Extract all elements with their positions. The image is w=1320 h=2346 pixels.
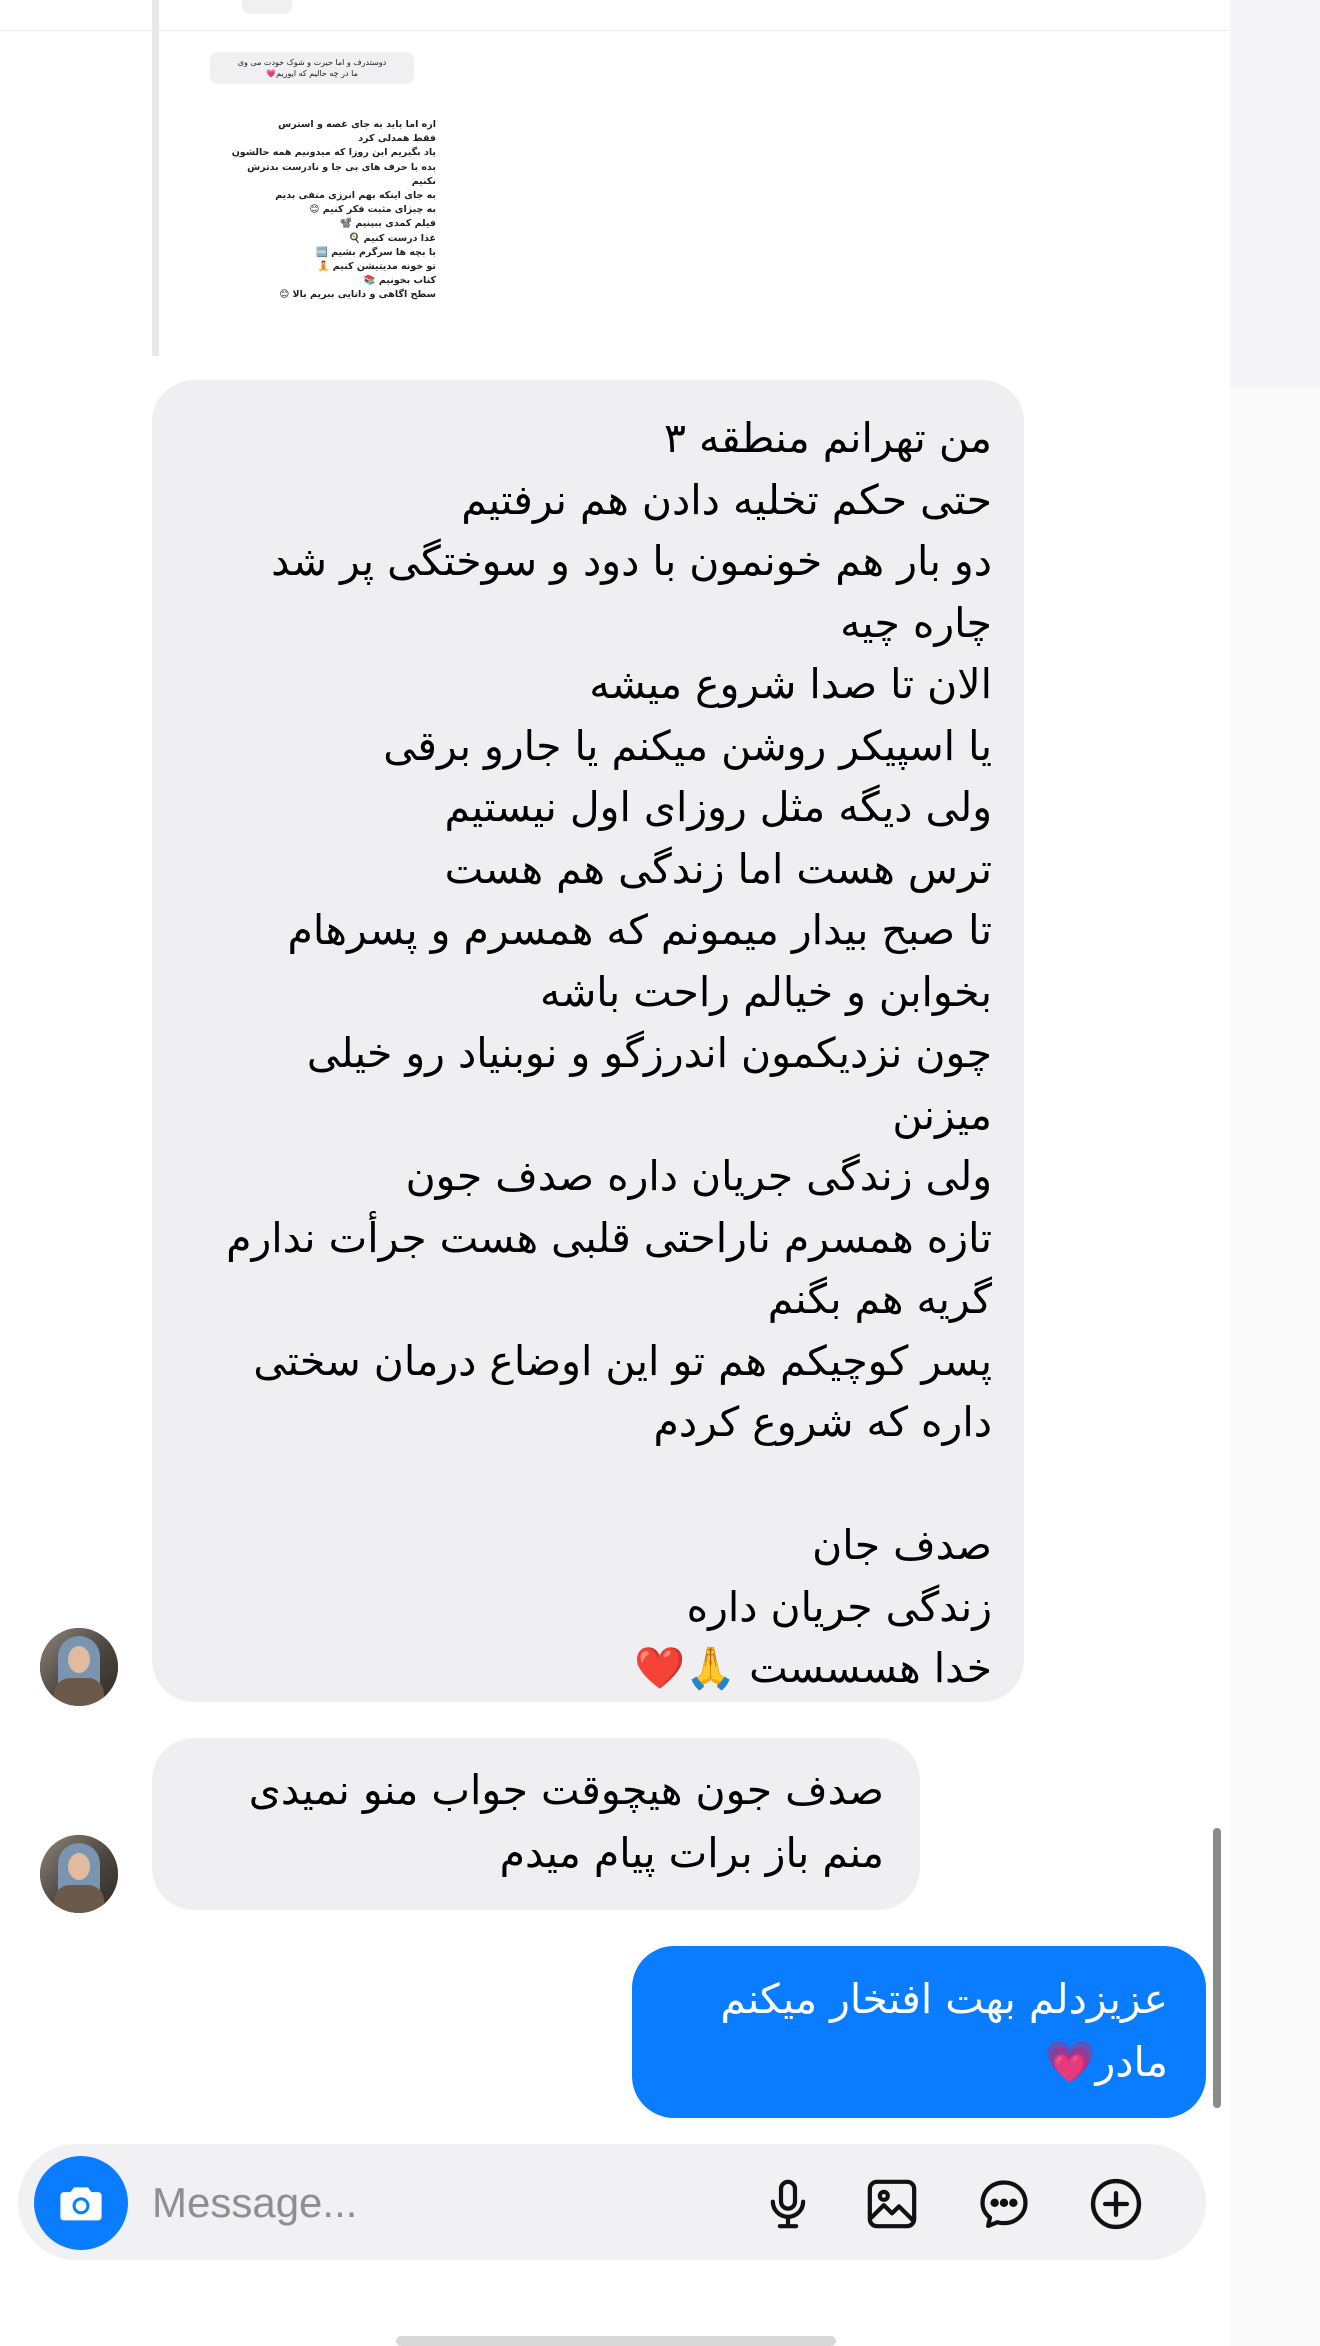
shared-post-line: به چیزای مثبت فکر کنیم 😊: [309, 204, 436, 216]
sender-avatar[interactable]: [40, 1835, 118, 1913]
message-line: بخوابن و خیالم راحت باشه: [539, 967, 992, 1016]
side-panel: [1230, 0, 1320, 388]
sticker-button[interactable]: [972, 2172, 1036, 2236]
incoming-message-bubble[interactable]: من تهرانم منطقه ۳ حتی حکم تخلیه دادن هم …: [152, 380, 1024, 1702]
message-line: پسر کوچیکم هم تو این اوضاع درمان سختی: [253, 1336, 992, 1385]
shared-post-line: با بچه ها سرگرم بشیم 🆒: [315, 246, 436, 258]
side-panel-lower: [1230, 388, 1320, 2346]
shared-post-tab: [242, 0, 292, 14]
shared-post-reply-line: دوستدرف و اما حیرت و شوک خودت می وی: [237, 58, 387, 67]
shared-post[interactable]: دوستدرف و اما حیرت و شوک خودت می وی ما د…: [200, 0, 440, 320]
message-line: مادر💗: [1044, 2038, 1168, 2086]
message-line: داره که شروع کردم: [653, 1398, 992, 1446]
shared-post-line: کتاب بخونیم 📚: [363, 275, 436, 287]
message-line: عزیزدلم بهت افتخار میکنم: [720, 1975, 1168, 2023]
message-line: من تهرانم منطقه ۳: [663, 414, 992, 462]
incoming-message-bubble[interactable]: صدف جون هیچوقت جواب منو نمیدی منم باز بر…: [152, 1738, 920, 1910]
message-line: تا صبح بیدار میمونم که همسرم و پسرهام: [287, 906, 992, 954]
message-line: ولی زندگی جریان داره صدف جون: [405, 1152, 992, 1200]
message-line: منم باز برات پیام میدم: [499, 1829, 884, 1877]
shared-post-line: غذا درست کنیم 🍳: [348, 232, 436, 244]
shared-post-reply: دوستدرف و اما حیرت و شوک خودت می وی ما د…: [210, 52, 414, 84]
message-line: صدف جان: [812, 1521, 992, 1569]
shared-post-line: بده با حرف های بی جا و نادرست بدترش: [247, 161, 436, 173]
message-line: ولی دیگه مثل روزای اول نیستیم: [444, 783, 992, 831]
shared-post-line: فیلم کمدی ببینیم 📽️: [340, 218, 436, 230]
shared-post-line: یاد بگیریم این روزا که میدونیم همه حالشو…: [231, 147, 436, 159]
shared-post-line: تو خونه مدیتیشن کنیم 🧘: [317, 261, 436, 273]
message-composer: [18, 2144, 1206, 2260]
shared-post-line: اره اما باید به جای غصه و استرس: [278, 119, 436, 130]
scrollbar[interactable]: [1213, 1828, 1221, 2108]
shared-post-line: نکنیم: [411, 175, 436, 187]
message-line: زندگی جریان داره: [686, 1582, 992, 1631]
home-indicator: [396, 2336, 836, 2346]
image-icon: [867, 2179, 917, 2229]
camera-icon: [60, 2187, 102, 2221]
message-line: حتی حکم تخلیه دادن هم نرفتیم: [461, 475, 992, 524]
message-line: ترس هست اما زندگی هم هست: [444, 844, 992, 893]
shared-post-line: به جای اینکه بهم انرژی منفی بدیم: [275, 190, 436, 202]
camera-button[interactable]: [34, 2156, 128, 2250]
sender-avatar[interactable]: [40, 1628, 118, 1706]
message-line: گریه هم بگنم: [767, 1275, 992, 1323]
message-line: دو بار هم خونمون با دود و سوختگی پر شد: [271, 537, 992, 585]
shared-post-text: اره اما باید به جای غصه و استرس فقط همدل…: [206, 118, 436, 303]
microphone-icon: [770, 2179, 806, 2229]
shared-post-reply-line: ما در چه حالیم که ایوریم💗: [266, 69, 358, 78]
message-line: چاره چیه: [840, 598, 992, 647]
message-line: الان تا صدا شروع میشه: [589, 660, 992, 708]
plus-icon: [1090, 2178, 1142, 2230]
more-options-button[interactable]: [1084, 2172, 1148, 2236]
message-input[interactable]: [150, 2168, 714, 2238]
header-divider: [0, 30, 1230, 31]
message-line: چون نزدیکمون اندرزگو و نوبنیاد رو خیلی: [306, 1029, 992, 1077]
message-line: میزنن: [892, 1090, 992, 1139]
message-line: یا اسپیکر روشن میکنم یا جارو برقی: [383, 721, 992, 770]
outgoing-message-bubble[interactable]: عزیزدلم بهت افتخار میکنم مادر💗: [632, 1946, 1206, 2118]
gallery-button[interactable]: [860, 2172, 924, 2236]
sticker-icon: [980, 2180, 1028, 2229]
message-line: صدف جون هیچوقت جواب منو نمیدی: [248, 1766, 884, 1814]
message-line: تازه همسرم ناراحتی قلبی هست جرأت ندارم: [226, 1213, 992, 1262]
shared-post-line: سطح اگاهی و دانایی ببریم بالا 😊: [279, 289, 436, 301]
microphone-button[interactable]: [756, 2172, 820, 2236]
message-line: خدا هسسست 🙏❤️: [633, 1644, 992, 1692]
shared-post-line: فقط همدلی کرد: [358, 133, 436, 145]
shared-post-bar: [152, 0, 159, 356]
